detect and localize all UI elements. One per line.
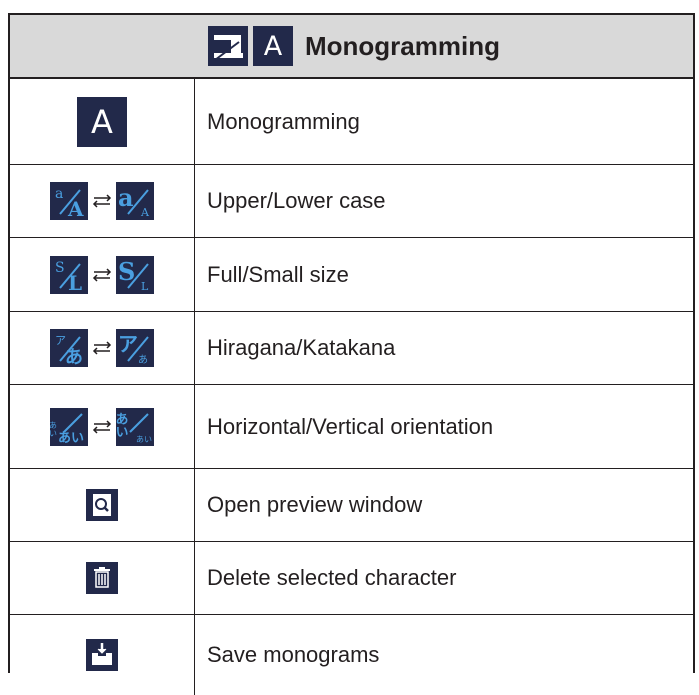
row-label: Full/Small size xyxy=(207,261,349,287)
swap-arrows-icon xyxy=(92,194,112,208)
svg-text:a: a xyxy=(118,183,134,212)
svg-text:あい: あい xyxy=(58,431,84,446)
row-label: Upper/Lower case xyxy=(207,188,386,213)
hiragana-icon: ア あ xyxy=(50,329,88,367)
table-row: A Monogramming xyxy=(10,79,693,165)
svg-text:あい: あい xyxy=(50,421,58,437)
table-row: Save monograms xyxy=(10,615,693,695)
svg-text:あい: あい xyxy=(136,435,152,444)
page-title: Monogramming xyxy=(305,30,500,61)
svg-text:A: A xyxy=(67,197,84,220)
swap-arrows-icon xyxy=(92,341,112,355)
row-label: Delete selected character xyxy=(207,565,457,590)
svg-text:L: L xyxy=(141,280,149,293)
case-upper-icon: a A xyxy=(116,182,154,220)
monogramming-table: A Monogramming A Monogramming a A a A Up… xyxy=(8,13,695,695)
svg-text:あ: あ xyxy=(65,347,83,367)
table-header: A Monogramming xyxy=(10,15,693,79)
save-download-icon xyxy=(86,639,118,671)
sewing-machine-icon xyxy=(208,26,248,66)
monogram-a-icon: A xyxy=(253,26,293,66)
svg-text:A: A xyxy=(140,206,150,219)
size-small-icon: S L xyxy=(50,255,88,294)
katakana-icon: ア あ xyxy=(116,329,154,367)
table-row: S L S L Full/Small size xyxy=(10,238,693,312)
svg-text:L: L xyxy=(68,271,82,294)
row-label: Open preview window xyxy=(207,492,423,517)
table-row: Open preview window xyxy=(10,469,693,542)
svg-text:ア: ア xyxy=(55,334,66,347)
row-label: Save monograms xyxy=(207,642,380,667)
table-row: ア あ ア あ Hiragana/Katakana xyxy=(10,312,693,385)
swap-arrows-icon xyxy=(92,419,112,434)
horizontal-orientation-icon: あい あい xyxy=(50,407,88,446)
svg-text:あ: あ xyxy=(138,354,148,366)
trash-icon xyxy=(86,562,118,594)
swap-arrows-icon xyxy=(92,267,112,282)
row-label: Hiragana/Katakana xyxy=(207,335,396,360)
table-row: a A a A Upper/Lower case xyxy=(10,165,693,238)
size-full-icon: S L xyxy=(116,255,154,294)
vertical-orientation-icon: あい あい xyxy=(116,407,154,446)
monogram-a-icon: A xyxy=(77,96,127,147)
table-row: Delete selected character xyxy=(10,542,693,615)
case-lower-icon: a A xyxy=(50,182,88,220)
table-row: あい あい あい あい Horizontal/Vertical orientat… xyxy=(10,385,693,469)
row-label: Horizontal/Vertical orientation xyxy=(207,413,494,439)
preview-magnifier-icon xyxy=(86,489,118,521)
row-label: Monogramming xyxy=(207,108,360,134)
svg-text:a: a xyxy=(55,186,63,202)
svg-text:あい: あい xyxy=(116,412,128,438)
svg-text:S: S xyxy=(55,260,65,276)
